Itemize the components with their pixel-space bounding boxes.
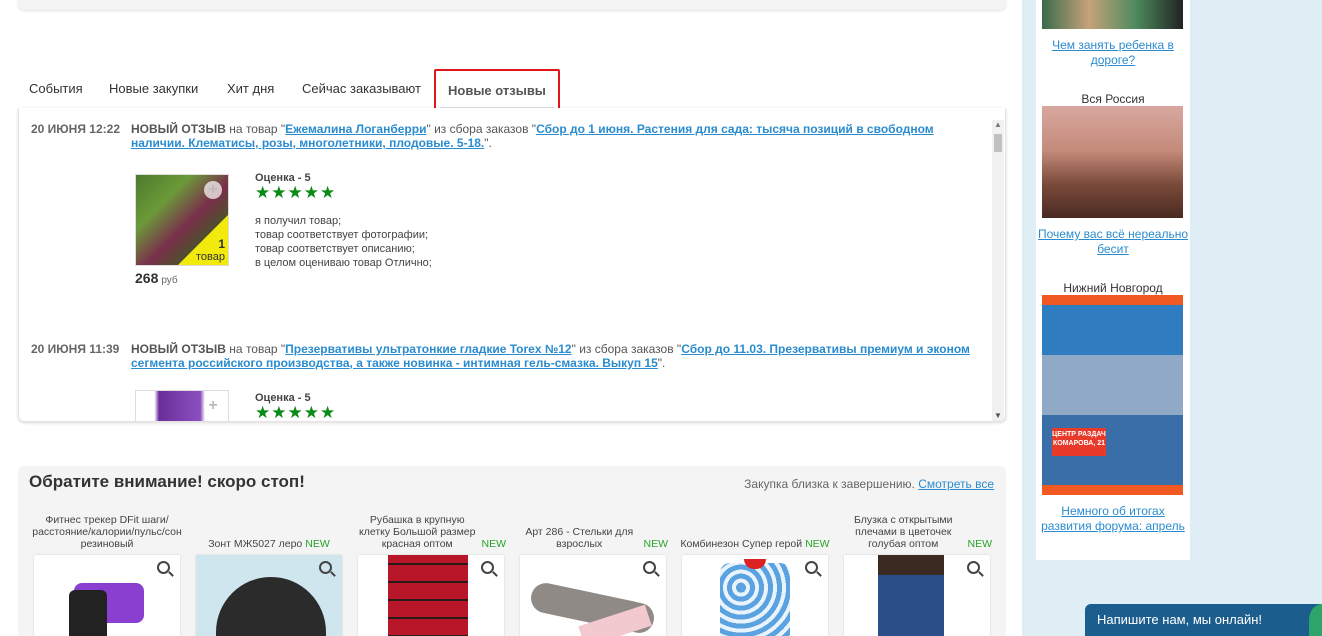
product-card[interactable]: Фитнес трекер DFit шаги/расстояние/калор… [32,512,182,636]
card-image[interactable] [196,555,342,636]
rating-stars: ★★★★★ [255,183,337,202]
section-hint: Закупка близка к завершению. Смотреть вс… [744,477,994,491]
review-text: на товар " [225,342,286,356]
zoom-icon[interactable] [643,561,656,574]
review-text: ". [484,136,492,150]
ad-banner-text: ЦЕНТР РАЗДАЧ КОМАРОВА, 21 [1052,428,1106,456]
card-caption: Комбинезон Супер герой NEW [680,538,830,550]
product-image[interactable]: + 1 товар [135,174,229,266]
feed-scrollbar[interactable]: ▲ ▼ [992,120,1004,421]
article-link[interactable]: Почему вас всё нереально бесит [1036,227,1190,257]
article-image[interactable] [1042,106,1183,218]
previous-section-card [18,0,1006,10]
review-date: 20 ИЮНЯ 11:39 [31,342,120,356]
article-link[interactable]: Немного об итогах развития форума: апрел… [1036,504,1190,534]
region-label: Вся Россия [1081,92,1145,106]
reviews-feed: 20 ИЮНЯ 12:22 НОВЫЙ ОТЗЫВ на товар "Ежем… [18,108,1006,422]
zoom-icon[interactable] [481,561,494,574]
quantity-badge-text: 1 товар [196,237,225,263]
product-link[interactable]: Презервативы ультратонкие гладкие Torex … [285,342,571,356]
review-line: товар соответствует описанию; [255,243,415,255]
review-text: ". [657,356,666,370]
card-image[interactable] [682,555,828,636]
feed-tabs: События Новые закупки Хит дня Сейчас зак… [18,69,1006,113]
article-link[interactable]: Чем занять ребенка в дороге? [1036,38,1190,68]
review-line: в целом оцениваю товар Отлично; [255,257,432,269]
tab-events[interactable]: События [18,70,94,110]
article-image[interactable] [1042,0,1183,29]
review-date: 20 ИЮНЯ 12:22 [31,122,120,136]
view-all-link[interactable]: Смотреть все [918,477,994,491]
zoom-icon[interactable] [967,561,980,574]
product-card[interactable]: Блузка с открытыми плечами в цветочек го… [842,512,992,636]
region-label: Нижний Новгород [1063,281,1163,295]
card-caption: Фитнес трекер DFit шаги/расстояние/калор… [32,514,182,550]
scroll-thumb[interactable] [994,134,1002,152]
review-body: я получил товар; товар соответствует фот… [255,214,432,270]
ad-banner[interactable]: ЦЕНТР РАЗДАЧ КОМАРОВА, 21 [1042,295,1183,495]
product-card[interactable]: Зонт МЖ5027 леро NEW [194,512,344,636]
card-caption: Арт 286 - Стельки для взрослых NEW [525,526,668,550]
review-text: на товар " [225,122,286,136]
ending-soon-section: Обратите внимание! скоро стоп! Закупка б… [18,466,1006,636]
plus-icon[interactable]: + [204,397,222,415]
zoom-icon[interactable] [157,561,170,574]
card-image[interactable] [34,555,180,636]
card-caption: Рубашка в крупную клетку Большой размер … [359,514,506,550]
news-sidebar: Чем занять ребенка в дороге? Вся Россия … [1036,0,1190,560]
chat-widget[interactable]: Напишите нам, мы онлайн! [1085,604,1322,636]
review-item: 20 ИЮНЯ 12:22 НОВЫЙ ОТЗЫВ на товар "Ежем… [31,122,981,150]
review-text: " из сбора заказов " [571,342,682,356]
plus-icon[interactable]: + [204,181,222,199]
review-item: 20 ИЮНЯ 11:39 НОВЫЙ ОТЗЫВ на товар "През… [31,342,981,370]
rating-stars: ★★★★★ [255,403,337,422]
product-link[interactable]: Ежемалина Логанберри [285,122,426,136]
product-card[interactable]: Комбинезон Супер герой NEW [680,512,830,636]
card-caption: Зонт МЖ5027 леро NEW [208,538,330,550]
review-type: НОВЫЙ ОТЗЫВ [131,342,226,356]
tab-new-purchases[interactable]: Новые закупки [98,70,209,110]
product-card[interactable]: Рубашка в крупную клетку Большой размер … [356,512,506,636]
scroll-down-icon[interactable]: ▼ [994,411,1002,420]
zoom-icon[interactable] [319,561,332,574]
card-image[interactable] [844,555,990,636]
review-text: " из сбора заказов " [426,122,537,136]
review-line: я получил товар; [255,215,342,227]
product-image[interactable]: + [135,390,229,421]
product-price: 268 руб [135,270,178,286]
zoom-icon[interactable] [805,561,818,574]
tab-new-reviews[interactable]: Новые отзывы [434,69,560,113]
product-card[interactable]: Арт 286 - Стельки для взрослых NEW [518,512,668,636]
scroll-up-icon[interactable]: ▲ [994,120,1002,129]
card-caption: Блузка с открытыми плечами в цветочек го… [853,514,992,550]
card-image[interactable] [520,555,666,636]
section-title: Обратите внимание! скоро стоп! [29,472,305,491]
review-line: товар соответствует фотографии; [255,229,429,241]
review-type: НОВЫЙ ОТЗЫВ [131,122,226,136]
tab-hit-of-day[interactable]: Хит дня [216,70,285,110]
card-image[interactable] [358,555,504,636]
tab-ordering-now[interactable]: Сейчас заказывают [291,70,432,110]
